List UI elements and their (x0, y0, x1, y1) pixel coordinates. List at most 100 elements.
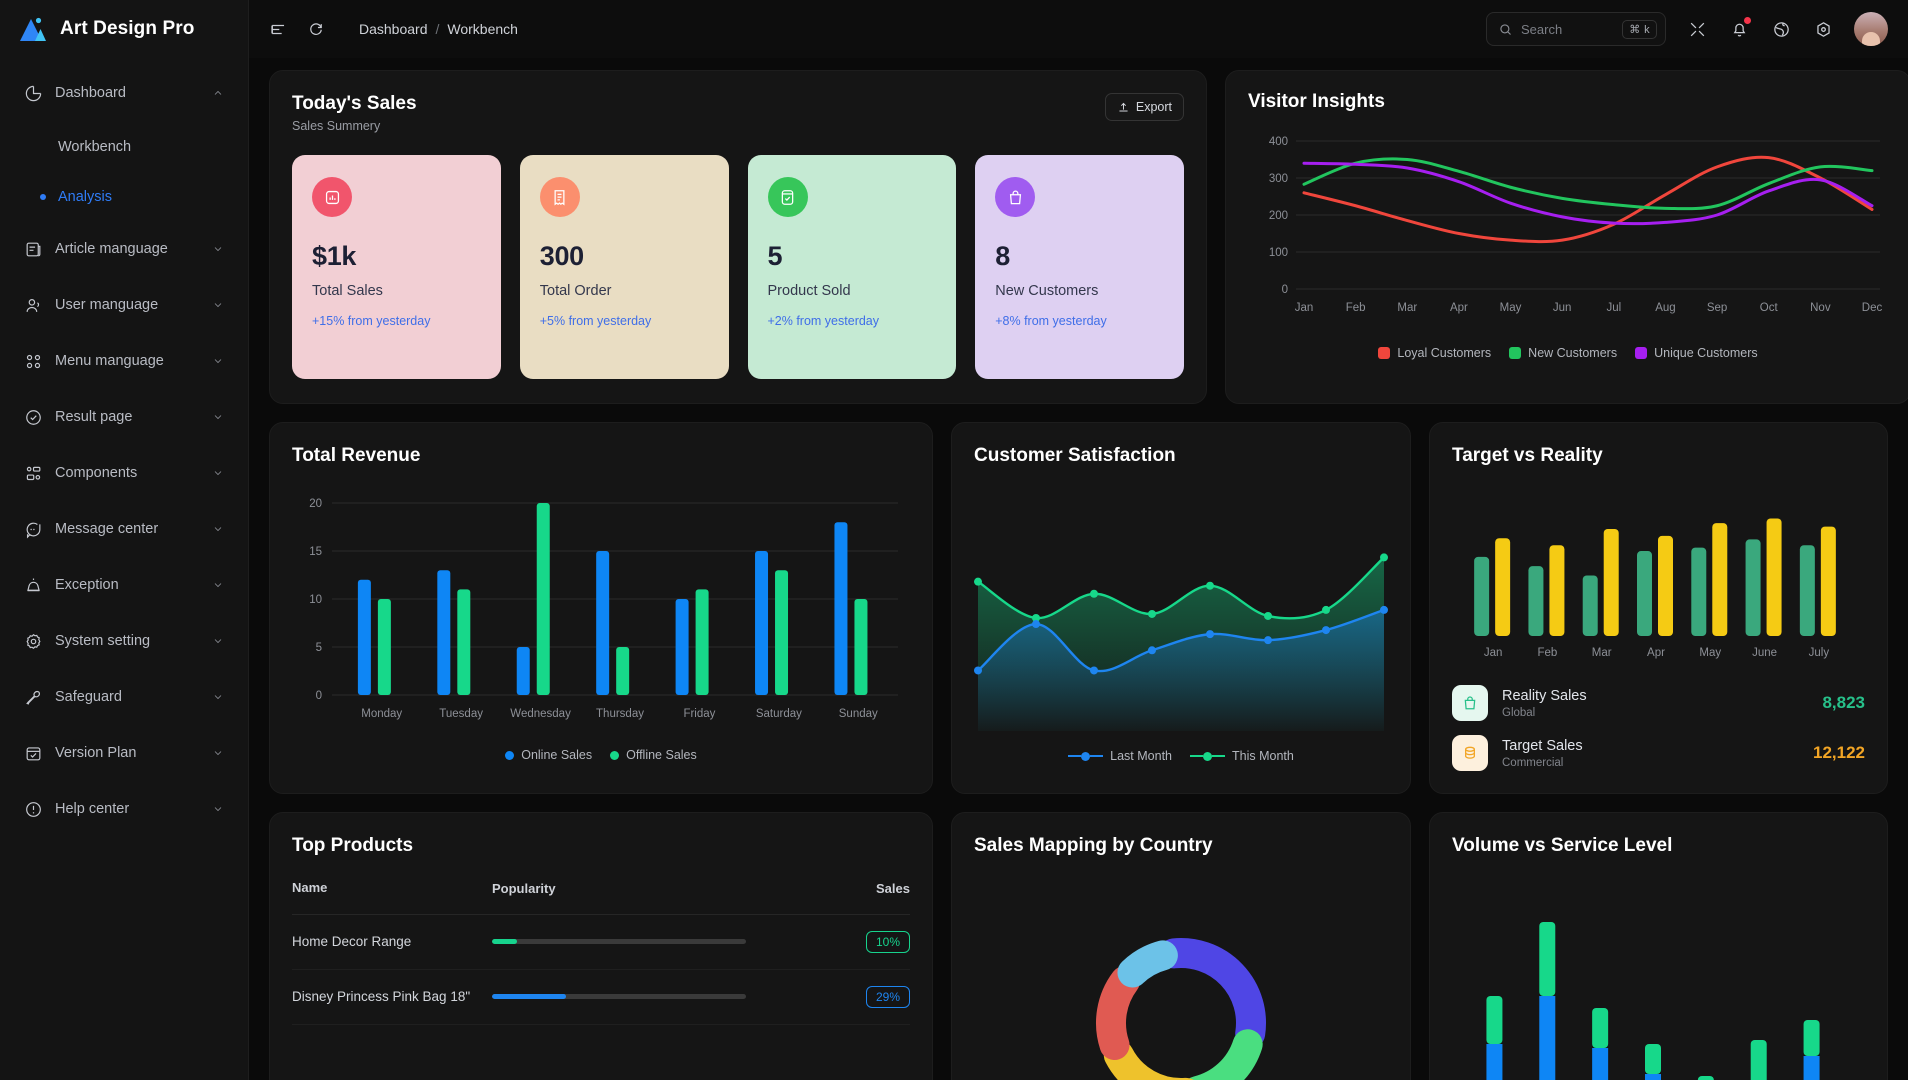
stat-card-total-order[interactable]: 300 Total Order +5% from yesterday (519, 155, 729, 379)
table-header-row: Name Popularity Sales (292, 879, 910, 915)
legend-item[interactable]: Online Sales (505, 748, 592, 762)
legend-item[interactable]: This Month (1190, 749, 1294, 763)
sidebar-item-menu-manguage[interactable]: Menu manguage (12, 338, 236, 384)
coins-icon (1452, 735, 1488, 771)
legend-item[interactable]: Unique Customers (1635, 346, 1758, 360)
search-input[interactable]: Search ⌘ k (1486, 12, 1666, 46)
table-row[interactable]: Home Decor Range 10% (292, 914, 910, 970)
gear-icon (24, 632, 43, 651)
svg-text:0: 0 (1282, 284, 1288, 296)
status-badge: 29% (865, 985, 910, 1008)
stat-value: $1k (312, 241, 357, 271)
sidebar-label: Help center (55, 801, 130, 817)
sidebar-item-components[interactable]: Components (12, 450, 236, 496)
legend-item[interactable]: Offline Sales (610, 748, 697, 762)
sidebar-item-analysis[interactable]: Analysis (12, 176, 236, 218)
total-revenue-card: Total Revenue 0 5 10 15 20 Monday Tuesday Wedne… (269, 422, 933, 794)
fullscreen-icon[interactable] (1686, 18, 1708, 40)
article-icon (24, 240, 43, 259)
stat-label: Total Sales (312, 283, 383, 299)
visitor-insights-chart: 0 100 200 300 400 Jan Feb Mar Apr May Jun Jul Aug Sep… (1269, 136, 1883, 314)
visitor-insights-legend: Loyal Customers New Customers Unique Custo… (1248, 346, 1888, 360)
popularity-cell (492, 914, 773, 970)
grid-icon (24, 352, 43, 371)
receipt-icon (539, 177, 580, 217)
refresh-icon[interactable] (305, 18, 327, 40)
stat-card-product-sold[interactable]: 5 Product Sold +2% from yesterday (747, 155, 957, 379)
sidebar-item-workbench[interactable]: Workbench (12, 126, 236, 168)
visitor-insights-card: Visitor Insights 0 100 200 300 400 Jan Feb Mar A… (1225, 70, 1908, 404)
svg-text:Mar: Mar (1592, 647, 1612, 659)
top-products-card: Top Products Name Popularity Sales Home … (269, 812, 933, 1080)
message-icon (24, 520, 43, 539)
svg-text:Sunday: Sunday (839, 708, 878, 720)
sidebar-label: Safeguard (55, 689, 122, 705)
legend-label: New Customers (1528, 346, 1618, 360)
sidebar-item-result-page[interactable]: Result page (12, 394, 236, 440)
stat-card-new-customers[interactable]: 8 New Customers +8% from yesterday (975, 155, 1184, 379)
tvr-name: Reality Sales (1502, 687, 1587, 704)
bag-icon (1452, 685, 1488, 721)
sidebar-item-exception[interactable]: Exception (12, 562, 236, 608)
sidebar-label: Exception (55, 577, 119, 593)
sidebar-item-safeguard[interactable]: Safeguard (12, 674, 236, 720)
sidebar-item-dashboard[interactable]: Dashboard (12, 70, 236, 116)
svg-text:100: 100 (1269, 247, 1288, 259)
svg-text:Friday: Friday (683, 708, 715, 720)
avatar[interactable] (1854, 12, 1888, 46)
sidebar-item-message-center[interactable]: Message center (12, 506, 236, 552)
export-button[interactable]: Export (1104, 93, 1184, 121)
sidebar: Art Design Pro Dashboard Workbench Analy… (0, 0, 249, 1080)
legend-item[interactable]: New Customers (1509, 346, 1617, 360)
legend-label: Last Month (1110, 749, 1172, 763)
sidebar-item-help-center[interactable]: Help center (12, 786, 236, 832)
svg-text:Jan: Jan (1295, 302, 1314, 314)
sidebar-item-version-plan[interactable]: Version Plan (12, 730, 236, 776)
app-root: Art Design Pro Dashboard Workbench Analy… (0, 0, 1908, 1080)
product-name: Home Decor Range (292, 914, 492, 970)
top-products-title: Top Products (292, 835, 414, 856)
legend-item[interactable]: Loyal Customers (1378, 346, 1491, 360)
check-circle-icon (24, 408, 43, 427)
settings-icon[interactable] (1812, 18, 1834, 40)
bell-icon[interactable] (1728, 17, 1751, 40)
row-bottom: Top Products Name Popularity Sales Home … (269, 812, 1888, 1080)
breadcrumb-current[interactable]: Workbench (447, 21, 518, 37)
stat-value: 300 (539, 241, 584, 271)
svg-text:10: 10 (309, 594, 322, 606)
sidebar-label: Version Plan (55, 745, 137, 761)
breadcrumb-root[interactable]: Dashboard (359, 21, 428, 37)
svg-text:5: 5 (316, 642, 322, 654)
breadcrumb: Dashboard / Workbench (359, 21, 518, 37)
sales-cell: 10% (772, 914, 910, 970)
chevron-down-icon (212, 691, 224, 703)
help-circle-icon (24, 800, 43, 819)
sidebar-item-article-manguage[interactable]: Article manguage (12, 226, 236, 272)
brand[interactable]: Art Design Pro (0, 0, 248, 58)
chevron-down-icon (212, 243, 224, 255)
bag-icon (995, 177, 1036, 217)
legend-item[interactable]: Last Month (1068, 749, 1172, 763)
language-globe-icon[interactable] (1770, 18, 1792, 40)
sidebar-label: Menu manguage (55, 353, 164, 369)
col-sales: Sales (772, 879, 910, 915)
tvr-value: 12,122 (1813, 743, 1865, 762)
breadcrumb-separator: / (435, 21, 440, 37)
menu-collapse-icon[interactable] (267, 18, 289, 40)
svg-text:Nov: Nov (1810, 302, 1831, 314)
stat-card-total-sales[interactable]: $1k Total Sales +15% from yesterday (292, 155, 501, 379)
table-row[interactable]: Disney Princess Pink Bag 18" 29% (292, 969, 910, 1025)
sidebar-item-system-setting[interactable]: System setting (12, 618, 236, 664)
stat-cards: $1k Total Sales +15% from yesterday 300 … (292, 155, 1184, 379)
sidebar-item-user-manguage[interactable]: User manguage (12, 282, 236, 328)
chevron-up-icon (212, 87, 224, 99)
users-icon (24, 296, 43, 315)
sidebar-label: Message center (55, 521, 159, 537)
sidebar-label: System setting (55, 633, 151, 649)
svg-text:400: 400 (1269, 136, 1288, 148)
svg-text:Feb: Feb (1538, 647, 1558, 659)
search-shortcut: ⌘ k (1622, 19, 1657, 39)
volume-service-card: Volume vs Service Level (1429, 812, 1888, 1080)
notification-badge (1744, 17, 1751, 24)
sales-mapping-donut-chart (1096, 938, 1266, 1080)
